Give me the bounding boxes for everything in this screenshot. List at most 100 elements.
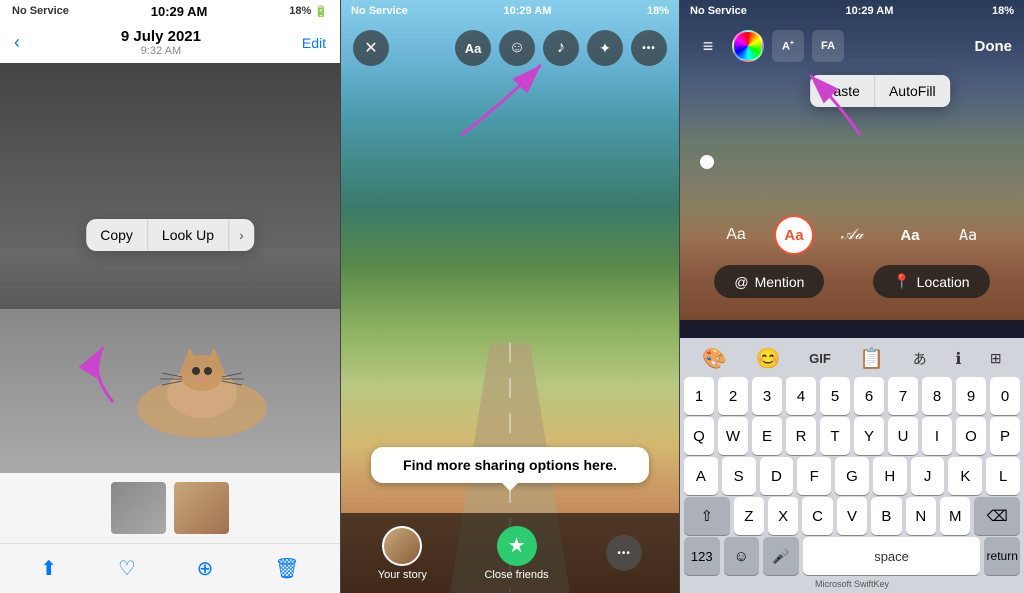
clipboard-icon[interactable]: 📋 — [859, 346, 884, 371]
key-l[interactable]: L — [986, 457, 1020, 495]
key-c[interactable]: C — [802, 497, 832, 535]
mention-button[interactable]: @ Mention — [714, 265, 824, 298]
your-story-avatar — [382, 526, 422, 566]
add-to-album-button[interactable]: ⊕ — [197, 556, 214, 581]
backspace-key[interactable]: ⌫ — [974, 497, 1020, 535]
key-8[interactable]: 8 — [922, 377, 952, 415]
gif-button[interactable]: GIF — [809, 351, 831, 366]
font-style-button[interactable]: FA — [812, 30, 844, 62]
info-icon[interactable]: ℹ — [955, 349, 961, 369]
key-f[interactable]: F — [797, 457, 831, 495]
key-q[interactable]: Q — [684, 417, 714, 455]
key-e[interactable]: E — [752, 417, 782, 455]
story-more-button[interactable]: ••• — [606, 535, 642, 571]
key-v[interactable]: V — [837, 497, 867, 535]
editor-top-bar: ≡ A+ FA Done — [680, 22, 1024, 70]
close-friends-button[interactable]: ★ Close friends — [484, 526, 548, 581]
key-7[interactable]: 7 — [888, 377, 918, 415]
font-option-5[interactable]: Aa — [948, 215, 988, 255]
context-menu[interactable]: Copy Look Up › — [86, 219, 254, 251]
translate-icon[interactable]: あ — [913, 349, 927, 369]
back-button[interactable]: ‹ — [14, 32, 20, 53]
thumbnail-1[interactable] — [111, 482, 166, 534]
mention-location-row: @ Mention 📍 Location — [680, 265, 1024, 298]
shift-key[interactable]: ⇧ — [684, 497, 730, 535]
delete-button[interactable]: 🗑 — [274, 556, 299, 581]
more-tools-button[interactable]: ••• — [631, 30, 667, 66]
key-t[interactable]: T — [820, 417, 850, 455]
key-d[interactable]: D — [760, 457, 794, 495]
key-0[interactable]: 0 — [990, 377, 1020, 415]
key-s[interactable]: S — [722, 457, 756, 495]
key-b[interactable]: B — [871, 497, 901, 535]
status-bar-1: No Service 10:29 AM 18% 🔋 — [0, 0, 340, 22]
key-1[interactable]: 1 — [684, 377, 714, 415]
nav-title: 9 July 2021 9:32 AM — [121, 28, 201, 57]
key-r[interactable]: R — [786, 417, 816, 455]
heart-button[interactable]: ♡ — [118, 556, 136, 581]
location-button[interactable]: 📍 Location — [873, 265, 989, 298]
status-left-3: No Service — [690, 5, 747, 17]
done-button[interactable]: Done — [975, 38, 1013, 55]
key-o[interactable]: O — [956, 417, 986, 455]
effects-tool-button[interactable]: ✦ — [587, 30, 623, 66]
font-option-4[interactable]: Aa — [890, 215, 930, 255]
font-option-2-active[interactable]: Aa — [774, 215, 814, 255]
key-j[interactable]: J — [911, 457, 945, 495]
key-a[interactable]: A — [684, 457, 718, 495]
multicolor-icon[interactable]: 🎨 — [702, 346, 727, 371]
key-6[interactable]: 6 — [854, 377, 884, 415]
return-key[interactable]: return — [984, 537, 1020, 575]
key-h[interactable]: H — [873, 457, 907, 495]
edit-button[interactable]: Edit — [302, 35, 326, 51]
mic-key[interactable]: 🎤 — [763, 537, 799, 575]
key-4[interactable]: 4 — [786, 377, 816, 415]
color-picker-button[interactable] — [732, 30, 764, 62]
arrow-annotation-3 — [780, 65, 910, 145]
key-u[interactable]: U — [888, 417, 918, 455]
numbers-key[interactable]: 123 — [684, 537, 720, 575]
key-p[interactable]: P — [990, 417, 1020, 455]
grid-icon[interactable]: ⊞ — [990, 350, 1002, 367]
emoji-key[interactable]: ☺ — [724, 537, 760, 575]
number-row: 1 2 3 4 5 6 7 8 9 0 — [684, 377, 1020, 415]
key-m[interactable]: M — [940, 497, 970, 535]
status-left-2: No Service — [351, 5, 408, 17]
key-z[interactable]: Z — [734, 497, 764, 535]
font-option-1[interactable]: Aa — [716, 215, 756, 255]
copy-button[interactable]: Copy — [86, 219, 148, 251]
status-bar-3: No Service 10:29 AM 18% — [680, 0, 1024, 22]
status-bar-2: No Service 10:29 AM 18% — [341, 0, 679, 22]
thumbnail-2[interactable] — [174, 482, 229, 534]
more-options-arrow[interactable]: › — [229, 219, 254, 251]
key-n[interactable]: N — [906, 497, 936, 535]
key-k[interactable]: K — [948, 457, 982, 495]
key-y[interactable]: Y — [854, 417, 884, 455]
font-size-button[interactable]: A+ — [772, 30, 804, 62]
font-option-3[interactable]: 𝒜𝒶 — [832, 215, 872, 255]
editor-right-icons: Done — [975, 38, 1013, 55]
menu-button[interactable]: ≡ — [692, 30, 724, 62]
arrow-annotation-2 — [441, 45, 571, 145]
key-g[interactable]: G — [835, 457, 869, 495]
your-story-button[interactable]: Your story — [378, 526, 427, 581]
status-right-2: 18% — [647, 5, 669, 17]
key-9[interactable]: 9 — [956, 377, 986, 415]
story-close-button[interactable]: ✕ — [353, 30, 389, 66]
key-5[interactable]: 5 — [820, 377, 850, 415]
key-w[interactable]: W — [718, 417, 748, 455]
panel-photos: No Service 10:29 AM 18% 🔋 ‹ 9 July 2021 … — [0, 0, 340, 593]
lookup-button[interactable]: Look Up — [148, 219, 229, 251]
key-2[interactable]: 2 — [718, 377, 748, 415]
key-i[interactable]: I — [922, 417, 952, 455]
space-key[interactable]: space — [803, 537, 981, 575]
bottom-row: 123 ☺ 🎤 space return — [684, 537, 1020, 575]
status-center-2: 10:29 AM — [503, 5, 551, 17]
share-button[interactable]: ⬆ — [40, 556, 57, 581]
key-3[interactable]: 3 — [752, 377, 782, 415]
text-cursor — [700, 155, 714, 169]
emoji-keyboard-icon[interactable]: 😊 — [756, 346, 781, 371]
key-x[interactable]: X — [768, 497, 798, 535]
asdf-row: A S D F G H J K L — [684, 457, 1020, 495]
panel-story: No Service 10:29 AM 18% ✕ Aa ☺ ♪ — [340, 0, 680, 593]
